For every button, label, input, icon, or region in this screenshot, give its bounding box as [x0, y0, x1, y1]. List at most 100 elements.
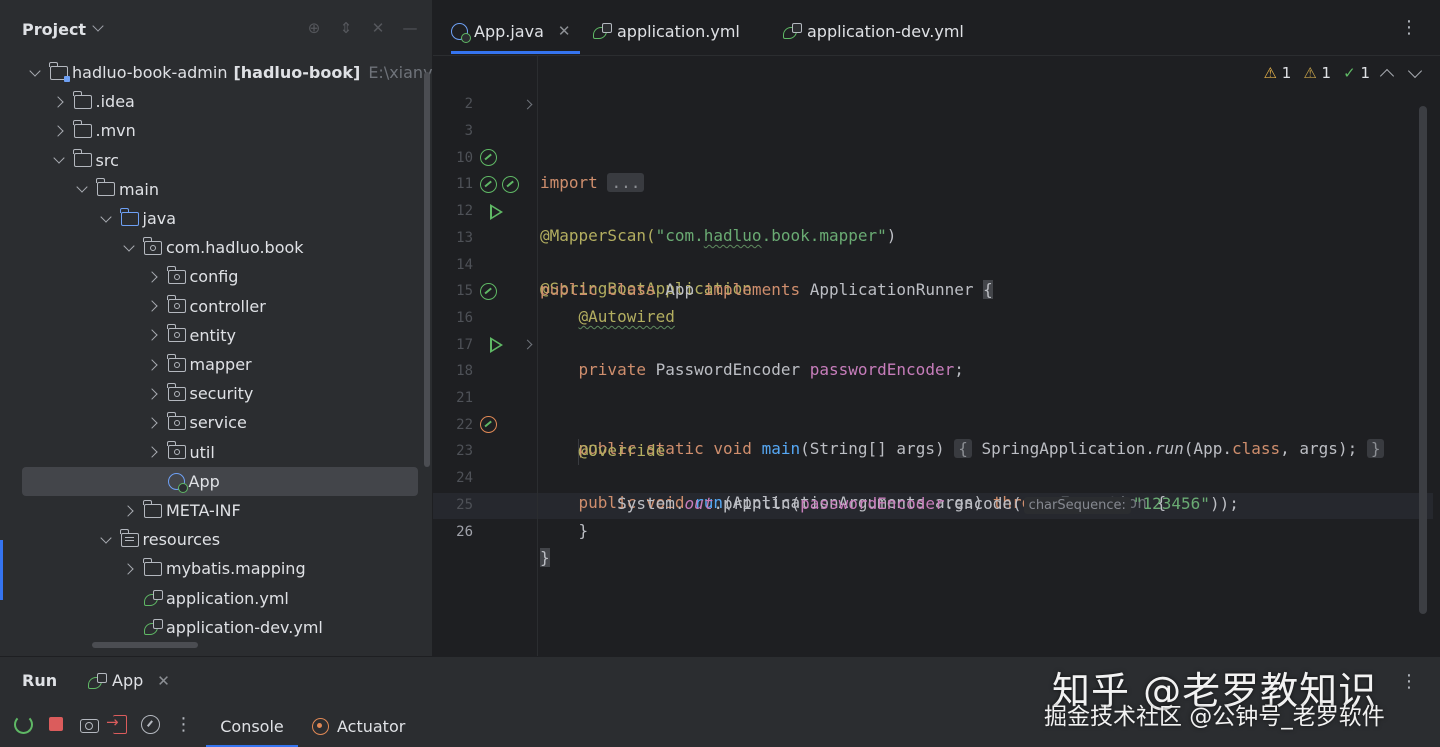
autowired-bean-icon	[480, 283, 497, 300]
rerun-icon[interactable]	[14, 715, 33, 734]
tab-label: application.yml	[617, 21, 740, 41]
chevron-down-icon[interactable]	[99, 533, 113, 547]
chevron-down-icon[interactable]	[99, 212, 113, 226]
tab-application-yml[interactable]: application.yml	[593, 8, 740, 54]
locate-icon[interactable]: ⊕	[306, 20, 322, 36]
expand-collapse-icon[interactable]: ⇕	[338, 20, 354, 36]
bean-gutter[interactable]	[480, 176, 498, 194]
source-folder-icon	[119, 207, 139, 226]
tree-item-src[interactable]: src	[0, 146, 432, 175]
run-more-icon[interactable]: ⋮	[1400, 671, 1418, 692]
folder-icon	[96, 178, 115, 197]
tree-item-label: .mvn	[95, 121, 136, 141]
tree-item-application-yml[interactable]: application.yml	[0, 584, 432, 613]
bean-gutter[interactable]	[480, 283, 498, 301]
tree-item-resources[interactable]: resources	[0, 525, 432, 554]
project-view-selector[interactable]: Project	[22, 20, 86, 39]
tree-item-security[interactable]: security	[0, 379, 432, 408]
yml-icon	[144, 590, 163, 607]
chevron-down-icon[interactable]	[52, 153, 66, 167]
package-icon	[166, 353, 186, 372]
tree-item-label: application.yml	[166, 588, 289, 608]
collapse-all-icon[interactable]: ✕	[370, 20, 386, 36]
code-line: 17	[433, 306, 1433, 353]
module-folder-icon	[49, 61, 70, 82]
package-icon	[166, 411, 186, 430]
close-icon[interactable]: ✕	[157, 672, 170, 690]
tree-item-meta-inf[interactable]: META-INF	[0, 496, 432, 525]
fold-chevron-icon[interactable]	[522, 339, 533, 350]
more-actions-icon[interactable]: ⋮	[174, 715, 193, 734]
tree-vertical-scrollbar[interactable]	[424, 72, 430, 467]
chevron-down-icon[interactable]	[75, 182, 89, 196]
chevron-right-icon[interactable]	[146, 270, 160, 284]
tree-item-hadluo-book-admin[interactable]: hadluo-book-admin [hadluo-book] E:\xianyu_…	[0, 58, 432, 87]
chevron-right-icon[interactable]	[122, 504, 136, 518]
run-gutter[interactable]	[490, 337, 508, 355]
bean-gutter[interactable]	[480, 149, 498, 167]
tree-item-label: service	[189, 413, 247, 433]
chevron-right-icon[interactable]	[146, 416, 160, 430]
code-line: 2	[433, 65, 1433, 112]
tree-item-label: main	[119, 179, 159, 199]
chevron-down-icon[interactable]	[122, 241, 136, 255]
tree-item-application-dev-yml[interactable]: application-dev.yml	[0, 613, 432, 642]
tree-item-entity[interactable]: entity	[0, 321, 432, 350]
tab-app-java[interactable]: App.java ✕	[451, 8, 581, 54]
run-config-tab[interactable]: App ✕	[88, 671, 170, 690]
chevron-right-icon[interactable]	[146, 299, 160, 313]
tree-item-label: application-dev.yml	[166, 617, 323, 637]
tree-item-service[interactable]: service	[0, 408, 432, 437]
tree-item-mybatis-mapping[interactable]: mybatis.mapping	[0, 554, 432, 583]
chevron-right-icon[interactable]	[146, 387, 160, 401]
chevron-down-icon[interactable]	[28, 66, 42, 80]
override-gutter[interactable]	[480, 416, 498, 434]
tree-item-com-hadluo-book[interactable]: com.hadluo.book	[0, 233, 432, 262]
exit-icon[interactable]	[106, 713, 127, 734]
chevron-right-icon[interactable]	[146, 445, 160, 459]
spring-boot-run-icon	[88, 672, 107, 689]
tree-item-app[interactable]: App	[22, 466, 418, 496]
tab-console[interactable]: Console	[206, 715, 298, 747]
tab-application-dev-yml[interactable]: application-dev.yml	[783, 8, 964, 54]
chevron-down-icon[interactable]	[92, 20, 104, 32]
spring-class-icon	[167, 472, 188, 493]
tree-item-label: config	[189, 267, 239, 287]
code-line: 23 public void run(ApplicationArguments …	[433, 412, 1433, 512]
stop-icon[interactable]	[47, 715, 66, 734]
tree-item-controller[interactable]: controller	[0, 292, 432, 321]
module-name: [hadluo-book]	[233, 63, 361, 82]
fold-chevron-icon[interactable]	[522, 99, 533, 110]
tree-item-mapper[interactable]: mapper	[0, 350, 432, 379]
run-tab-label: App	[112, 671, 144, 690]
hide-icon[interactable]: —	[402, 20, 418, 36]
tree-item-mvn[interactable]: .mvn	[0, 116, 432, 145]
tree-horizontal-scrollbar[interactable]	[92, 642, 198, 648]
camera-icon[interactable]	[80, 719, 99, 733]
tree-item-util[interactable]: util	[0, 438, 432, 467]
editor-more-icon[interactable]: ⋮	[1400, 19, 1418, 37]
brace: }	[540, 548, 550, 567]
chevron-right-icon[interactable]	[122, 562, 136, 576]
folder-icon	[72, 90, 92, 109]
code-line: 14	[433, 226, 1433, 273]
tree-item-config[interactable]: config	[0, 262, 432, 291]
chevron-right-icon[interactable]	[52, 124, 66, 138]
code-line: 10	[433, 119, 1433, 166]
spring-boot-gutter[interactable]	[502, 176, 520, 194]
profiler-icon[interactable]	[141, 715, 160, 734]
tree-item-label: src	[95, 150, 119, 170]
run-panel-title: Run	[22, 671, 58, 690]
left-edge-indicator	[0, 540, 3, 600]
chevron-right-icon[interactable]	[52, 95, 66, 109]
editor-vertical-scrollbar[interactable]	[1419, 106, 1427, 614]
tree-item-idea[interactable]: .idea	[0, 87, 432, 116]
tab-actuator[interactable]: Actuator	[312, 715, 405, 747]
chevron-right-icon[interactable]	[146, 328, 160, 342]
run-gutter[interactable]	[490, 204, 508, 222]
tree-item-java[interactable]: java	[0, 204, 432, 233]
chevron-right-icon[interactable]	[146, 358, 160, 372]
close-icon[interactable]: ✕	[558, 22, 571, 40]
package-icon	[143, 236, 162, 255]
tree-item-main[interactable]: main	[0, 175, 432, 204]
